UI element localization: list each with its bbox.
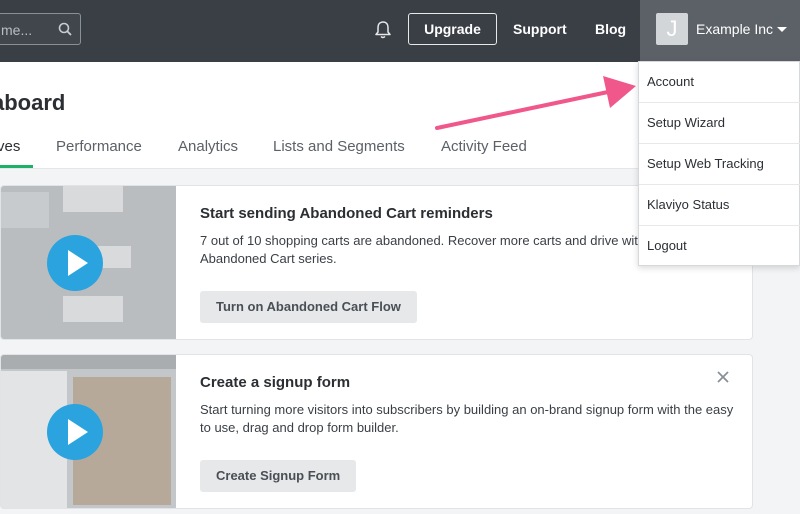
video-thumbnail[interactable] [1, 186, 176, 339]
account-name: Example Inc [696, 21, 774, 37]
notifications-bell-icon[interactable] [373, 20, 393, 40]
avatar: J [656, 13, 688, 45]
video-thumbnail[interactable] [1, 355, 176, 508]
top-navigation-bar: me... Upgrade Support Blog J Example Inc [0, 0, 800, 62]
menu-item-logout[interactable]: Logout [639, 226, 800, 267]
card-title: Start sending Abandoned Cart reminders [200, 205, 493, 222]
support-link[interactable]: Support [513, 21, 567, 37]
close-icon[interactable] [715, 369, 731, 385]
page-title: aboard [0, 90, 66, 115]
menu-item-setup-wizard[interactable]: Setup Wizard [639, 103, 800, 144]
active-tab-indicator [0, 165, 33, 168]
tab-objectives[interactable]: ves [0, 138, 20, 155]
tab-performance[interactable]: Performance [56, 138, 142, 155]
tab-analytics[interactable]: Analytics [178, 138, 238, 155]
search-icon[interactable] [58, 22, 72, 36]
signup-form-card: Create a signup form Start turning more … [0, 354, 753, 509]
account-menu-button[interactable]: J Example Inc [640, 0, 800, 62]
search-input[interactable]: me... [0, 13, 81, 45]
menu-item-setup-web-tracking[interactable]: Setup Web Tracking [639, 144, 800, 185]
card-description: Start turning more visitors into subscri… [200, 402, 734, 435]
tab-lists-and-segments[interactable]: Lists and Segments [273, 138, 405, 155]
upgrade-button[interactable]: Upgrade [408, 13, 497, 45]
menu-item-account[interactable]: Account [639, 62, 800, 103]
menu-item-klaviyo-status[interactable]: Klaviyo Status [639, 185, 800, 226]
chevron-down-icon [777, 27, 787, 32]
tab-activity-feed[interactable]: Activity Feed [441, 138, 527, 155]
play-icon[interactable] [47, 235, 103, 291]
create-signup-form-button[interactable]: Create Signup Form [200, 460, 357, 492]
account-dropdown-menu: Account Setup Wizard Setup Web Tracking … [638, 61, 800, 266]
turn-on-abandoned-cart-flow-button[interactable]: Turn on Abandoned Cart Flow [200, 291, 417, 323]
search-placeholder: me... [1, 22, 33, 38]
play-icon[interactable] [47, 404, 103, 460]
card-title: Create a signup form [200, 374, 351, 391]
blog-link[interactable]: Blog [595, 21, 626, 37]
